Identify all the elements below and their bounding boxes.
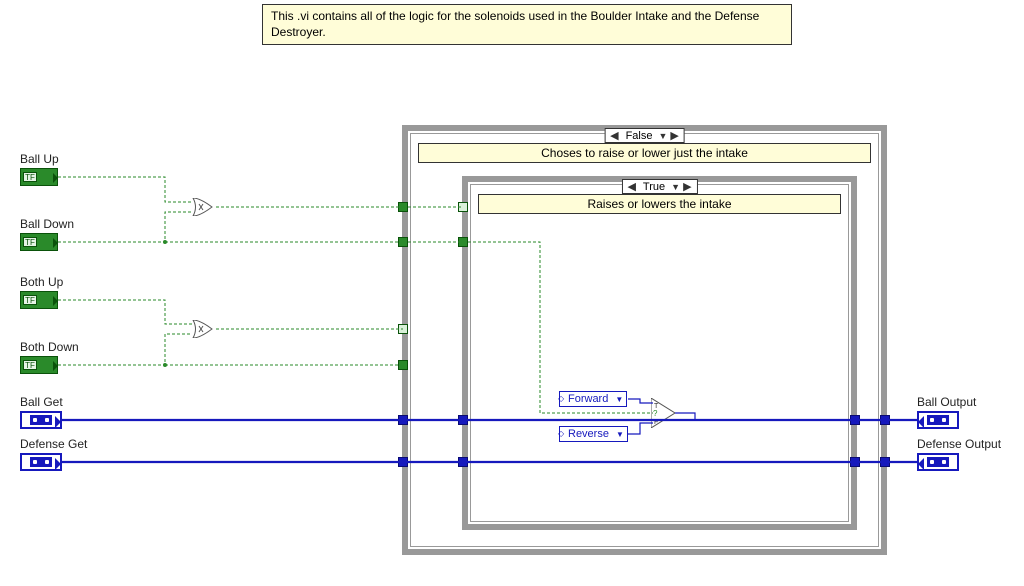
svg-text:F: F <box>654 419 658 426</box>
chevron-left-icon[interactable]: ◀ <box>607 129 621 142</box>
refnum-icon <box>927 457 949 467</box>
chevron-right-icon[interactable]: ▶ <box>680 180 694 193</box>
input-arrow-icon <box>918 458 924 470</box>
ball-down-label: Ball Down <box>20 217 74 231</box>
enum-forward[interactable]: Forward <box>559 391 627 407</box>
outer-case-value: False <box>622 130 657 142</box>
output-arrow-icon <box>53 361 58 371</box>
tunnel <box>398 415 408 425</box>
tunnel <box>458 457 468 467</box>
tunnel <box>880 415 890 425</box>
ball-down-terminal[interactable]: TF <box>20 233 58 251</box>
output-arrow-icon <box>55 458 61 470</box>
vi-description-text: This .vi contains all of the logic for t… <box>271 9 759 39</box>
defense-get-label: Defense Get <box>20 437 87 451</box>
defense-output-terminal[interactable] <box>917 453 959 471</box>
ball-up-terminal[interactable]: TF <box>20 168 58 186</box>
tunnel <box>458 415 468 425</box>
ball-get-label: Ball Get <box>20 395 63 409</box>
output-arrow-icon <box>53 173 58 183</box>
outer-case-selector-tunnel <box>398 324 408 334</box>
outer-case-caption: Choses to raise or lower just the intake <box>418 143 871 163</box>
refnum-icon <box>927 415 949 425</box>
inner-case-selector[interactable]: ◀ True ▼ ▶ <box>621 179 697 194</box>
inner-case-caption: Raises or lowers the intake <box>478 194 841 214</box>
both-up-label: Both Up <box>20 275 63 289</box>
svg-text:?: ? <box>653 409 658 418</box>
tunnel <box>398 202 408 212</box>
refnum-icon <box>30 415 52 425</box>
ball-get-terminal[interactable] <box>20 411 62 429</box>
both-down-label: Both Down <box>20 340 79 354</box>
tf-icon: TF <box>23 360 37 370</box>
tunnel <box>880 457 890 467</box>
tf-icon: TF <box>23 172 37 182</box>
refnum-icon <box>30 457 52 467</box>
chevron-left-icon[interactable]: ◀ <box>624 180 638 193</box>
inner-case-selector-tunnel <box>458 202 468 212</box>
outer-case-selector[interactable]: ◀ False ▼ ▶ <box>604 128 685 143</box>
defense-get-terminal[interactable] <box>20 453 62 471</box>
tf-icon: TF <box>23 237 37 247</box>
select-node: T F ? <box>651 398 675 428</box>
defense-output-label: Defense Output <box>917 437 1001 451</box>
or-gate-2 <box>190 320 216 338</box>
output-arrow-icon <box>53 296 58 306</box>
tunnel <box>850 415 860 425</box>
inner-case-value: True <box>639 181 669 193</box>
or-gate-1 <box>190 198 216 216</box>
ball-output-terminal[interactable] <box>917 411 959 429</box>
chevron-right-icon[interactable]: ▶ <box>667 129 681 142</box>
output-arrow-icon <box>53 238 58 248</box>
tunnel <box>458 237 468 247</box>
tf-icon: TF <box>23 295 37 305</box>
ball-up-label: Ball Up <box>20 152 59 166</box>
tunnel <box>850 457 860 467</box>
both-up-terminal[interactable]: TF <box>20 291 58 309</box>
dropdown-icon[interactable]: ▼ <box>669 182 680 192</box>
vi-description-comment: This .vi contains all of the logic for t… <box>262 4 792 45</box>
tunnel <box>398 457 408 467</box>
inner-case-structure[interactable]: ◀ True ▼ ▶ Raises or lowers the intake <box>462 176 857 530</box>
tunnel <box>398 237 408 247</box>
ball-output-label: Ball Output <box>917 395 976 409</box>
enum-reverse[interactable]: Reverse <box>559 426 628 442</box>
output-arrow-icon <box>55 416 61 428</box>
tunnel <box>398 360 408 370</box>
dropdown-icon[interactable]: ▼ <box>656 131 667 141</box>
input-arrow-icon <box>918 416 924 428</box>
both-down-terminal[interactable]: TF <box>20 356 58 374</box>
